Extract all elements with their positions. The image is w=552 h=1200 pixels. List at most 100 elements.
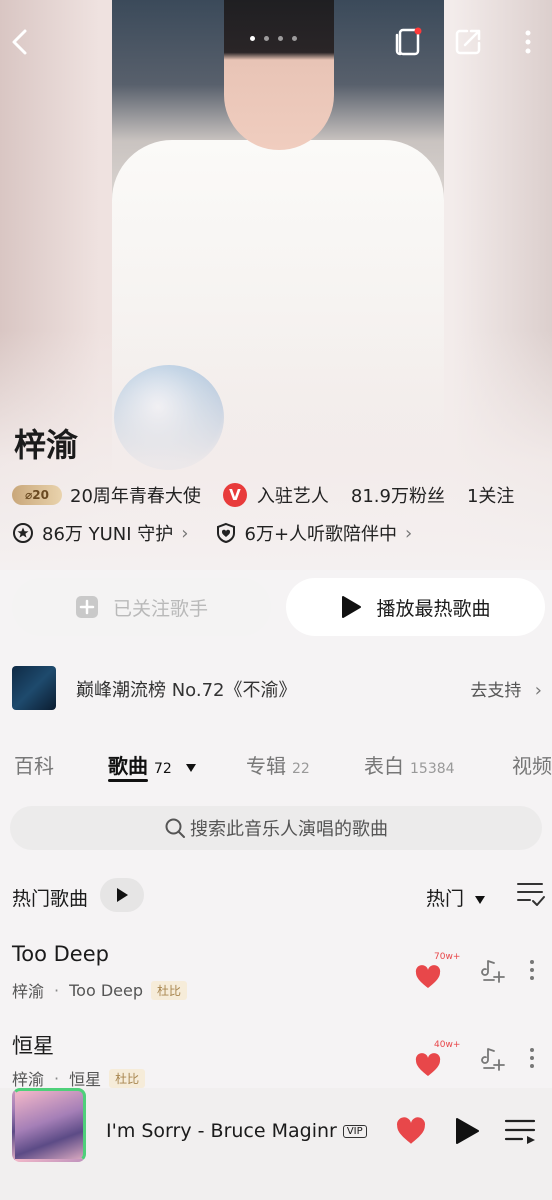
listening-label: 6万+人听歌陪伴中 bbox=[244, 524, 398, 545]
chevron-right-icon: › bbox=[405, 522, 413, 544]
now-playing-label: I'm Sorry - Bruce Maginr bbox=[106, 1120, 337, 1142]
song-album[interactable]: 恒星 bbox=[69, 1066, 101, 1090]
tab-label: 表白 bbox=[364, 754, 404, 778]
play-hot-label: 播放最热歌曲 bbox=[376, 597, 491, 620]
more-vertical-icon bbox=[530, 960, 534, 980]
star-badge-icon bbox=[13, 523, 33, 543]
now-playing-cover[interactable] bbox=[12, 1088, 86, 1162]
tab-songs[interactable]: 歌曲 72 bbox=[108, 750, 197, 779]
verified-icon: V bbox=[222, 483, 247, 507]
tab-label: 视频 bbox=[512, 754, 552, 778]
play-all-button[interactable] bbox=[100, 878, 144, 912]
song-more-button[interactable] bbox=[528, 1046, 536, 1074]
guard-item[interactable]: 86万 YUNI 守护 › bbox=[12, 520, 189, 546]
tab-label: 歌曲 bbox=[108, 754, 148, 778]
active-tab-indicator bbox=[108, 779, 148, 782]
chart-song-cover bbox=[12, 666, 56, 710]
tab-label: 百科 bbox=[14, 754, 54, 778]
song-row[interactable]: Too Deep 梓渝 · Too Deep 杜比 70w+ bbox=[0, 942, 552, 1012]
heart-icon bbox=[397, 1117, 425, 1144]
tab-count: 72 bbox=[154, 761, 172, 777]
separator-dot: · bbox=[54, 1068, 60, 1088]
tab-count: 22 bbox=[292, 761, 310, 777]
sort-label: 热门 bbox=[426, 888, 465, 910]
chevron-right-icon: › bbox=[181, 522, 189, 544]
separator-dot: · bbox=[54, 980, 60, 1000]
follow-label: 已关注歌手 bbox=[112, 597, 208, 620]
tab-confessions[interactable]: 表白 15384 bbox=[364, 750, 455, 779]
chart-banner-text: 巅峰潮流榜 No.72《不渝》 bbox=[76, 680, 297, 701]
like-count: 70w+ bbox=[434, 952, 461, 962]
search-placeholder: 搜索此音乐人演唱的歌曲 bbox=[190, 819, 388, 840]
song-subtitle: 梓渝 · Too Deep 杜比 bbox=[12, 978, 188, 1002]
listening-item[interactable]: 6万+人听歌陪伴中 › bbox=[215, 520, 413, 546]
song-title: Too Deep bbox=[12, 942, 109, 966]
heart-icon bbox=[415, 1053, 441, 1076]
guard-label: 86万 YUNI 守护 bbox=[42, 524, 174, 545]
share-button[interactable] bbox=[448, 20, 488, 64]
ambassador-item[interactable]: ⌀ 20 20周年青春大使 bbox=[12, 482, 201, 508]
support-label: 去支持 bbox=[470, 681, 522, 701]
chart-banner[interactable]: 巅峰潮流榜 No.72《不渝》 去支持 › bbox=[0, 658, 552, 716]
like-button[interactable]: 40w+ bbox=[414, 1040, 462, 1080]
tab-count: 15384 bbox=[410, 761, 455, 777]
caret-down-icon bbox=[185, 764, 196, 772]
section-title: 热门歌曲 bbox=[12, 888, 89, 910]
add-to-playlist-button[interactable] bbox=[480, 958, 506, 988]
playlist-icon bbox=[504, 1119, 536, 1144]
ambassador-label: 20周年青春大使 bbox=[70, 486, 201, 507]
artist-name: 梓渝 bbox=[14, 426, 79, 464]
artist-meta-row: ⌀ 20 20周年青春大使 V 入驻艺人 81.9万粉丝 1关注 bbox=[12, 482, 514, 508]
artist-tabs: 百科 歌曲 72 专辑 22 表白 15384 视频 bbox=[0, 740, 552, 790]
song-artist[interactable]: 梓渝 bbox=[12, 1066, 44, 1090]
list-check-icon bbox=[517, 883, 545, 906]
artist-meta-row-2: 86万 YUNI 守护 › 6万+人听歌陪伴中 › bbox=[12, 520, 438, 546]
dolby-tag: 杜比 bbox=[151, 980, 188, 1000]
following-count[interactable]: 1关注 bbox=[467, 482, 514, 508]
sort-dropdown[interactable]: 热门 bbox=[426, 884, 486, 911]
multi-select-button[interactable] bbox=[516, 880, 546, 912]
playlist-add-icon bbox=[481, 960, 505, 983]
more-button[interactable] bbox=[508, 20, 548, 64]
tab-wiki[interactable]: 百科 bbox=[14, 750, 54, 779]
more-vertical-icon bbox=[530, 1048, 534, 1068]
mini-player[interactable]: I'm Sorry - Bruce Maginr VIP bbox=[0, 1088, 552, 1200]
fans-count[interactable]: 81.9万粉丝 bbox=[351, 482, 445, 508]
song-artist[interactable]: 梓渝 bbox=[12, 978, 44, 1002]
back-icon bbox=[12, 29, 27, 55]
song-subtitle: 梓渝 · 恒星 杜比 bbox=[12, 1066, 146, 1090]
add-to-playlist-button[interactable] bbox=[480, 1046, 506, 1076]
play-icon bbox=[456, 1118, 479, 1144]
anniversary-badge-text: 20 bbox=[32, 488, 49, 502]
tab-albums[interactable]: 专辑 22 bbox=[246, 750, 310, 779]
tab-label: 专辑 bbox=[246, 754, 286, 778]
dolby-tag: 杜比 bbox=[109, 1068, 146, 1088]
share-icon bbox=[455, 29, 481, 55]
song-title: 恒星 bbox=[12, 1034, 54, 1058]
song-more-button[interactable] bbox=[528, 958, 536, 986]
support-link[interactable]: 去支持 › bbox=[470, 676, 542, 701]
top-bar bbox=[0, 20, 552, 64]
song-search-input[interactable]: 搜索此音乐人演唱的歌曲 bbox=[10, 806, 542, 850]
device-button[interactable] bbox=[388, 20, 428, 64]
anniversary-badge: ⌀ 20 bbox=[12, 485, 62, 505]
song-album[interactable]: Too Deep bbox=[69, 981, 143, 1000]
follow-artist-button[interactable]: 已关注歌手 bbox=[12, 578, 271, 636]
device-icon bbox=[395, 27, 422, 56]
player-like-button[interactable] bbox=[394, 1116, 428, 1150]
caret-down-icon bbox=[475, 896, 486, 904]
heart-shield-icon bbox=[216, 522, 235, 544]
play-hot-songs-button[interactable]: 播放最热歌曲 bbox=[286, 578, 545, 636]
playlist-button[interactable] bbox=[504, 1116, 538, 1150]
more-vertical-icon bbox=[525, 30, 531, 54]
tab-videos[interactable]: 视频 bbox=[512, 750, 552, 779]
plus-box-icon bbox=[75, 596, 98, 618]
search-icon bbox=[165, 818, 185, 838]
player-play-button[interactable] bbox=[454, 1116, 480, 1150]
now-playing-title: I'm Sorry - Bruce Maginr VIP bbox=[106, 1120, 367, 1142]
play-icon bbox=[342, 596, 362, 618]
play-icon bbox=[117, 888, 128, 902]
back-button[interactable] bbox=[0, 20, 40, 64]
verified-item[interactable]: V 入驻艺人 bbox=[222, 482, 329, 508]
like-button[interactable]: 70w+ bbox=[414, 952, 462, 992]
